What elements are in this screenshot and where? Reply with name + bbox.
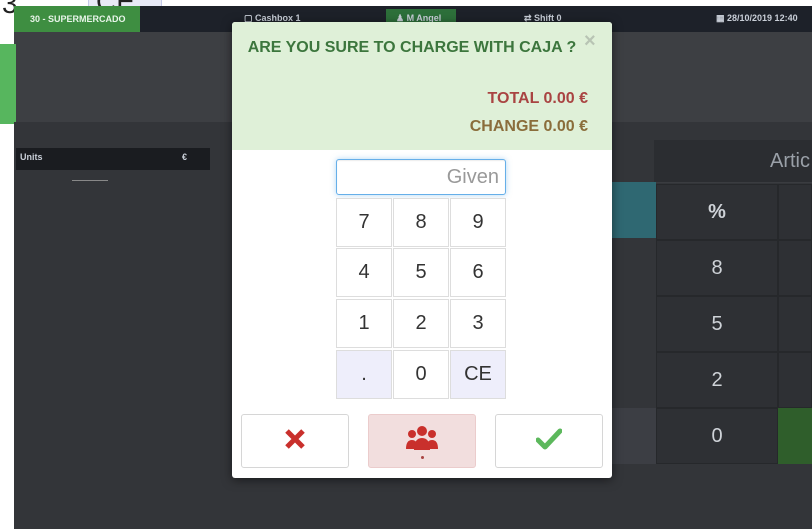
articles-title: Artic bbox=[770, 150, 810, 172]
key-9[interactable]: 9 bbox=[450, 198, 506, 247]
customer-dot bbox=[421, 456, 424, 459]
total-amount: TOTAL 0.00 € bbox=[487, 90, 588, 107]
customer-button[interactable] bbox=[368, 414, 476, 468]
ticket-header: Units € bbox=[16, 148, 210, 170]
confirm-button[interactable] bbox=[495, 414, 603, 468]
check-icon bbox=[535, 428, 563, 455]
cancel-button[interactable] bbox=[241, 414, 349, 468]
articles-key-8[interactable]: 8 bbox=[656, 240, 778, 296]
key-7[interactable]: 7 bbox=[336, 198, 392, 247]
articles-teal-key[interactable] bbox=[612, 182, 656, 238]
key-clear-entry[interactable]: CE bbox=[450, 350, 506, 399]
articles-left-key[interactable] bbox=[612, 408, 656, 464]
articles-percent-key[interactable]: % bbox=[656, 184, 778, 240]
key-0[interactable]: 0 bbox=[393, 350, 449, 399]
units-column-header: Units bbox=[20, 152, 43, 162]
articles-right-key[interactable] bbox=[778, 296, 812, 352]
articles-key-5[interactable]: 5 bbox=[656, 296, 778, 352]
section-button[interactable]: 30 - SUPERMERCADO bbox=[14, 6, 140, 32]
key-5[interactable]: 5 bbox=[393, 248, 449, 297]
euro-column-header: € bbox=[182, 152, 188, 162]
articles-right-key[interactable] bbox=[778, 352, 812, 408]
x-icon bbox=[283, 427, 307, 456]
key-8[interactable]: 8 bbox=[393, 198, 449, 247]
close-icon[interactable]: × bbox=[584, 30, 596, 53]
articles-right-key[interactable] bbox=[778, 240, 812, 296]
key-4[interactable]: 4 bbox=[336, 248, 392, 297]
datetime-text: 28/10/2019 12:40 bbox=[727, 13, 798, 23]
datetime-label: ▦ 28/10/2019 12:40 bbox=[716, 13, 798, 23]
dialog-title: ARE YOU SURE TO CHARGE WITH CAJA ? bbox=[247, 39, 577, 56]
ticket-divider bbox=[72, 180, 108, 181]
key-6[interactable]: 6 bbox=[450, 248, 506, 297]
articles-right-key[interactable] bbox=[778, 184, 812, 240]
change-amount: CHANGE 0.00 € bbox=[469, 118, 588, 135]
side-green-button[interactable] bbox=[0, 44, 16, 124]
key-2[interactable]: 2 bbox=[393, 299, 449, 348]
articles-key-0[interactable]: 0 bbox=[656, 408, 778, 464]
articles-key-2[interactable]: 2 bbox=[656, 352, 778, 408]
given-input[interactable] bbox=[336, 159, 506, 195]
key-decimal[interactable]: . bbox=[336, 350, 392, 399]
articles-green-key[interactable] bbox=[778, 408, 812, 464]
users-icon bbox=[405, 424, 439, 459]
charge-confirm-dialog: ARE YOU SURE TO CHARGE WITH CAJA ? × TOT… bbox=[232, 22, 612, 478]
key-3[interactable]: 3 bbox=[450, 299, 506, 348]
dialog-header: ARE YOU SURE TO CHARGE WITH CAJA ? × TOT… bbox=[232, 22, 612, 150]
key-1[interactable]: 1 bbox=[336, 299, 392, 348]
